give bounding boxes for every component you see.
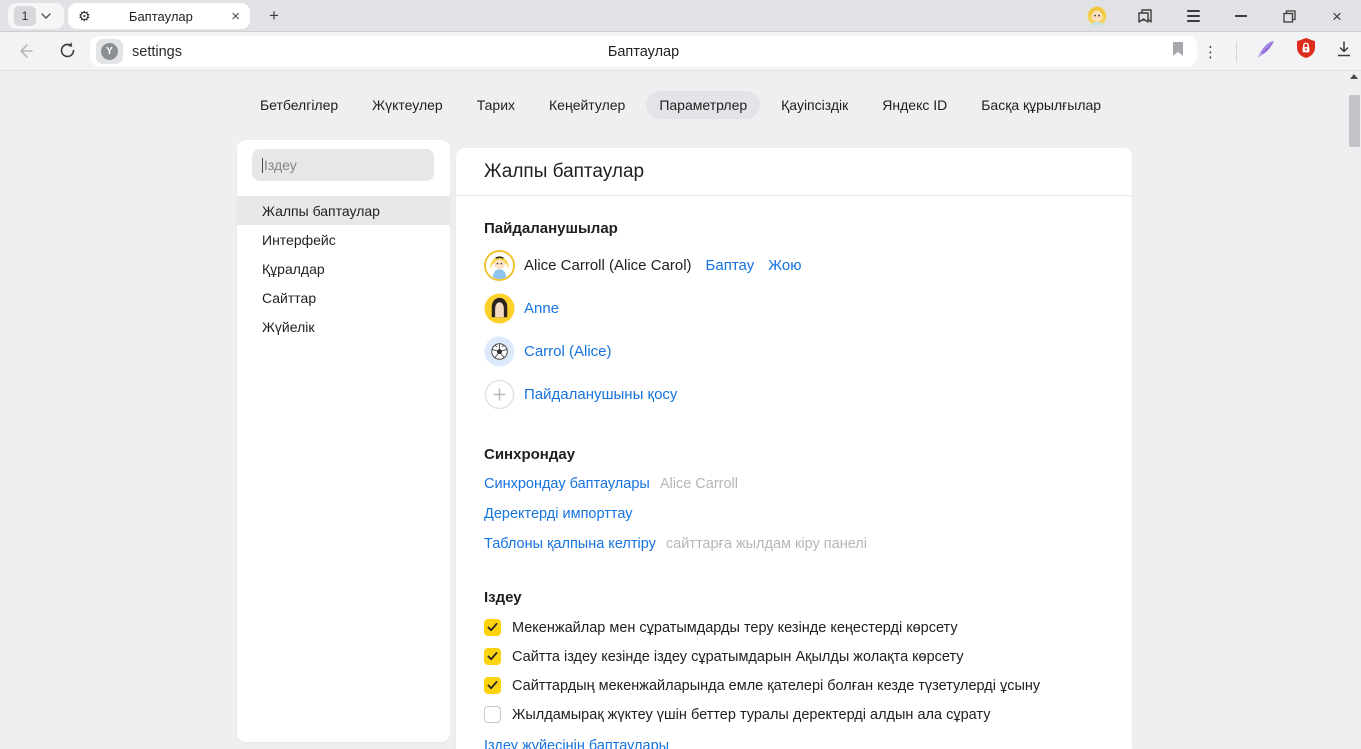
sidebar-item-general[interactable]: Жалпы баптаулар <box>237 196 450 225</box>
user-delete-link[interactable]: Жою <box>768 257 801 274</box>
settings-sidebar: Іздеу Жалпы баптаулар Интерфейс Құралдар… <box>237 140 450 742</box>
chevron-down-icon[interactable] <box>41 13 51 19</box>
user-name-link[interactable]: Carrol (Alice) <box>524 343 612 360</box>
user-row-alice-carroll: Alice Carroll (Alice Carol) Баптау Жою <box>484 244 1104 287</box>
browser-tab-settings[interactable]: ⚙ Баптаулар × <box>68 3 250 29</box>
anne-avatar[interactable] <box>484 293 515 324</box>
sidebar-item-tools[interactable]: Құралдар <box>237 254 450 283</box>
checkbox[interactable] <box>484 706 501 723</box>
checkbox-row-suggestions: Мекенжайлар мен сұратымдарды теру кезінд… <box>484 613 1104 642</box>
sidebar-list: Жалпы баптаулар Интерфейс Құралдар Сайтт… <box>237 196 450 341</box>
add-user-link[interactable]: Пайдаланушыны қосу <box>524 386 677 403</box>
nav-tab-extensions[interactable]: Кеңейтулер <box>536 91 638 119</box>
checkbox-label: Сайтта іздеу кезінде іздеу сұратымдарын … <box>512 649 964 665</box>
more-options-icon[interactable]: ⋮ <box>1203 43 1218 61</box>
sync-section: Синхрондау Синхрондау баптаулары Alice C… <box>484 446 1104 559</box>
import-data-link[interactable]: Деректерді импорттау <box>484 506 633 522</box>
users-heading: Пайдаланушылар <box>484 220 1104 237</box>
sync-settings-row: Синхрондау баптаулары Alice Carroll <box>484 469 1104 499</box>
alice-avatar[interactable] <box>484 250 515 281</box>
import-data-row: Деректерді импорттау <box>484 499 1104 529</box>
checkbox[interactable] <box>484 619 501 636</box>
checkbox[interactable] <box>484 677 501 694</box>
search-input[interactable]: Іздеу <box>252 149 434 181</box>
nav-tab-downloads[interactable]: Жүктеулер <box>359 91 456 119</box>
toolbar: Y settings Баптаулар ⋮ <box>0 32 1361 71</box>
tab-title: Баптаулар <box>91 9 232 24</box>
download-icon[interactable] <box>1335 40 1353 63</box>
nav-tab-security[interactable]: Қауіпсіздік <box>768 91 861 119</box>
tab-close-icon[interactable]: × <box>231 9 240 24</box>
restore-tableau-row: Таблоны қалпына келтіру сайттарға жылдам… <box>484 529 1104 559</box>
sidebar-item-system[interactable]: Жүйелік <box>237 312 450 341</box>
sync-settings-link[interactable]: Синхрондау баптаулары <box>484 476 650 492</box>
settings-nav-tabs: Бетбелгілер Жүктеулер Тарих Кеңейтулер П… <box>0 91 1361 119</box>
profile-avatar[interactable] <box>1085 4 1109 28</box>
user-row-carrol: Carrol (Alice) <box>484 330 1104 373</box>
protect-shield-icon[interactable] <box>1295 37 1317 66</box>
extension-feather-icon[interactable] <box>1255 38 1277 65</box>
new-tab-button[interactable]: + <box>262 4 286 28</box>
checkbox[interactable] <box>484 648 501 665</box>
checkbox-label: Жылдамырақ жүктеу үшін беттер туралы дер… <box>512 707 990 723</box>
sidebar-item-interface[interactable]: Интерфейс <box>237 225 450 254</box>
back-icon[interactable] <box>16 42 34 65</box>
search-engine-settings-link[interactable]: Іздеу жүйесінің баптаулары <box>484 738 1104 749</box>
minimize-button[interactable] <box>1229 4 1253 28</box>
sync-account-note: Alice Carroll <box>660 476 738 492</box>
reload-icon[interactable] <box>58 41 77 65</box>
user-row-anne: Anne <box>484 287 1104 330</box>
address-bar[interactable]: Y settings Баптаулар <box>90 36 1197 67</box>
tab-group-control[interactable]: 1 <box>8 3 64 29</box>
search-placeholder: Іздеу <box>264 157 297 173</box>
checkbox-row-site-search: Сайтта іздеу кезінде іздеу сұратымдарын … <box>484 642 1104 671</box>
users-section: Пайдаланушылар <box>484 220 1104 416</box>
settings-page: Бетбелгілер Жүктеулер Тарих Кеңейтулер П… <box>0 71 1361 749</box>
nav-tab-yandex-id[interactable]: Яндекс ID <box>869 91 960 119</box>
restore-tableau-note: сайттарға жылдам кіру панелі <box>666 536 867 552</box>
nav-tab-bookmarks[interactable]: Бетбелгілер <box>247 91 351 119</box>
site-badge-icon[interactable]: Y <box>96 39 123 64</box>
close-button[interactable]: × <box>1325 4 1349 28</box>
text-cursor <box>262 158 263 173</box>
toolbar-divider <box>1236 42 1237 62</box>
user-name: Alice Carroll (Alice Carol) <box>524 257 692 274</box>
page-title: Жалпы баптаулар <box>456 148 1132 196</box>
checkbox-row-prefetch: Жылдамырақ жүктеу үшін беттер туралы дер… <box>484 700 1104 729</box>
sidebar-item-sites[interactable]: Сайттар <box>237 283 450 312</box>
restore-button[interactable] <box>1277 4 1301 28</box>
nav-tab-settings[interactable]: Параметрлер <box>646 91 760 119</box>
menu-icon[interactable] <box>1181 4 1205 28</box>
search-section: Іздеу Мекенжайлар мен сұратымдарды теру … <box>484 589 1104 749</box>
scrollbar-up-arrow[interactable] <box>1350 74 1358 79</box>
tab-count-badge[interactable]: 1 <box>14 6 36 26</box>
checkbox-label: Мекенжайлар мен сұратымдарды теру кезінд… <box>512 620 958 636</box>
nav-tab-history[interactable]: Тарих <box>464 91 528 119</box>
nav-tab-other-devices[interactable]: Басқа құрылғылар <box>968 91 1114 119</box>
page-scrollbar[interactable] <box>1347 71 1361 749</box>
add-user-plus-icon[interactable] <box>484 379 515 410</box>
sync-heading: Синхрондау <box>484 446 1104 463</box>
tab-strip: 1 ⚙ Баптаулар × + <box>0 0 1361 32</box>
add-user-row: Пайдаланушыны қосу <box>484 373 1104 416</box>
checkbox-label: Сайттардың мекенжайларында емле қателері… <box>512 678 1040 694</box>
soccer-ball-avatar[interactable] <box>484 336 515 367</box>
gear-icon: ⚙ <box>78 9 91 23</box>
checkbox-row-spelling: Сайттардың мекенжайларында емле қателері… <box>484 671 1104 700</box>
user-name-link[interactable]: Anne <box>524 300 559 317</box>
bookmark-icon[interactable] <box>1171 41 1185 62</box>
search-heading: Іздеу <box>484 589 1104 606</box>
omnibox-page-title: Баптаулар <box>90 44 1197 60</box>
url-text[interactable]: settings <box>132 44 182 60</box>
side-panels-icon[interactable] <box>1133 4 1157 28</box>
restore-tableau-link[interactable]: Таблоны қалпына келтіру <box>484 536 656 552</box>
settings-main-panel: Жалпы баптаулар Пайдаланушылар <box>456 148 1132 749</box>
scrollbar-thumb[interactable] <box>1349 95 1360 147</box>
user-configure-link[interactable]: Баптау <box>706 257 755 274</box>
